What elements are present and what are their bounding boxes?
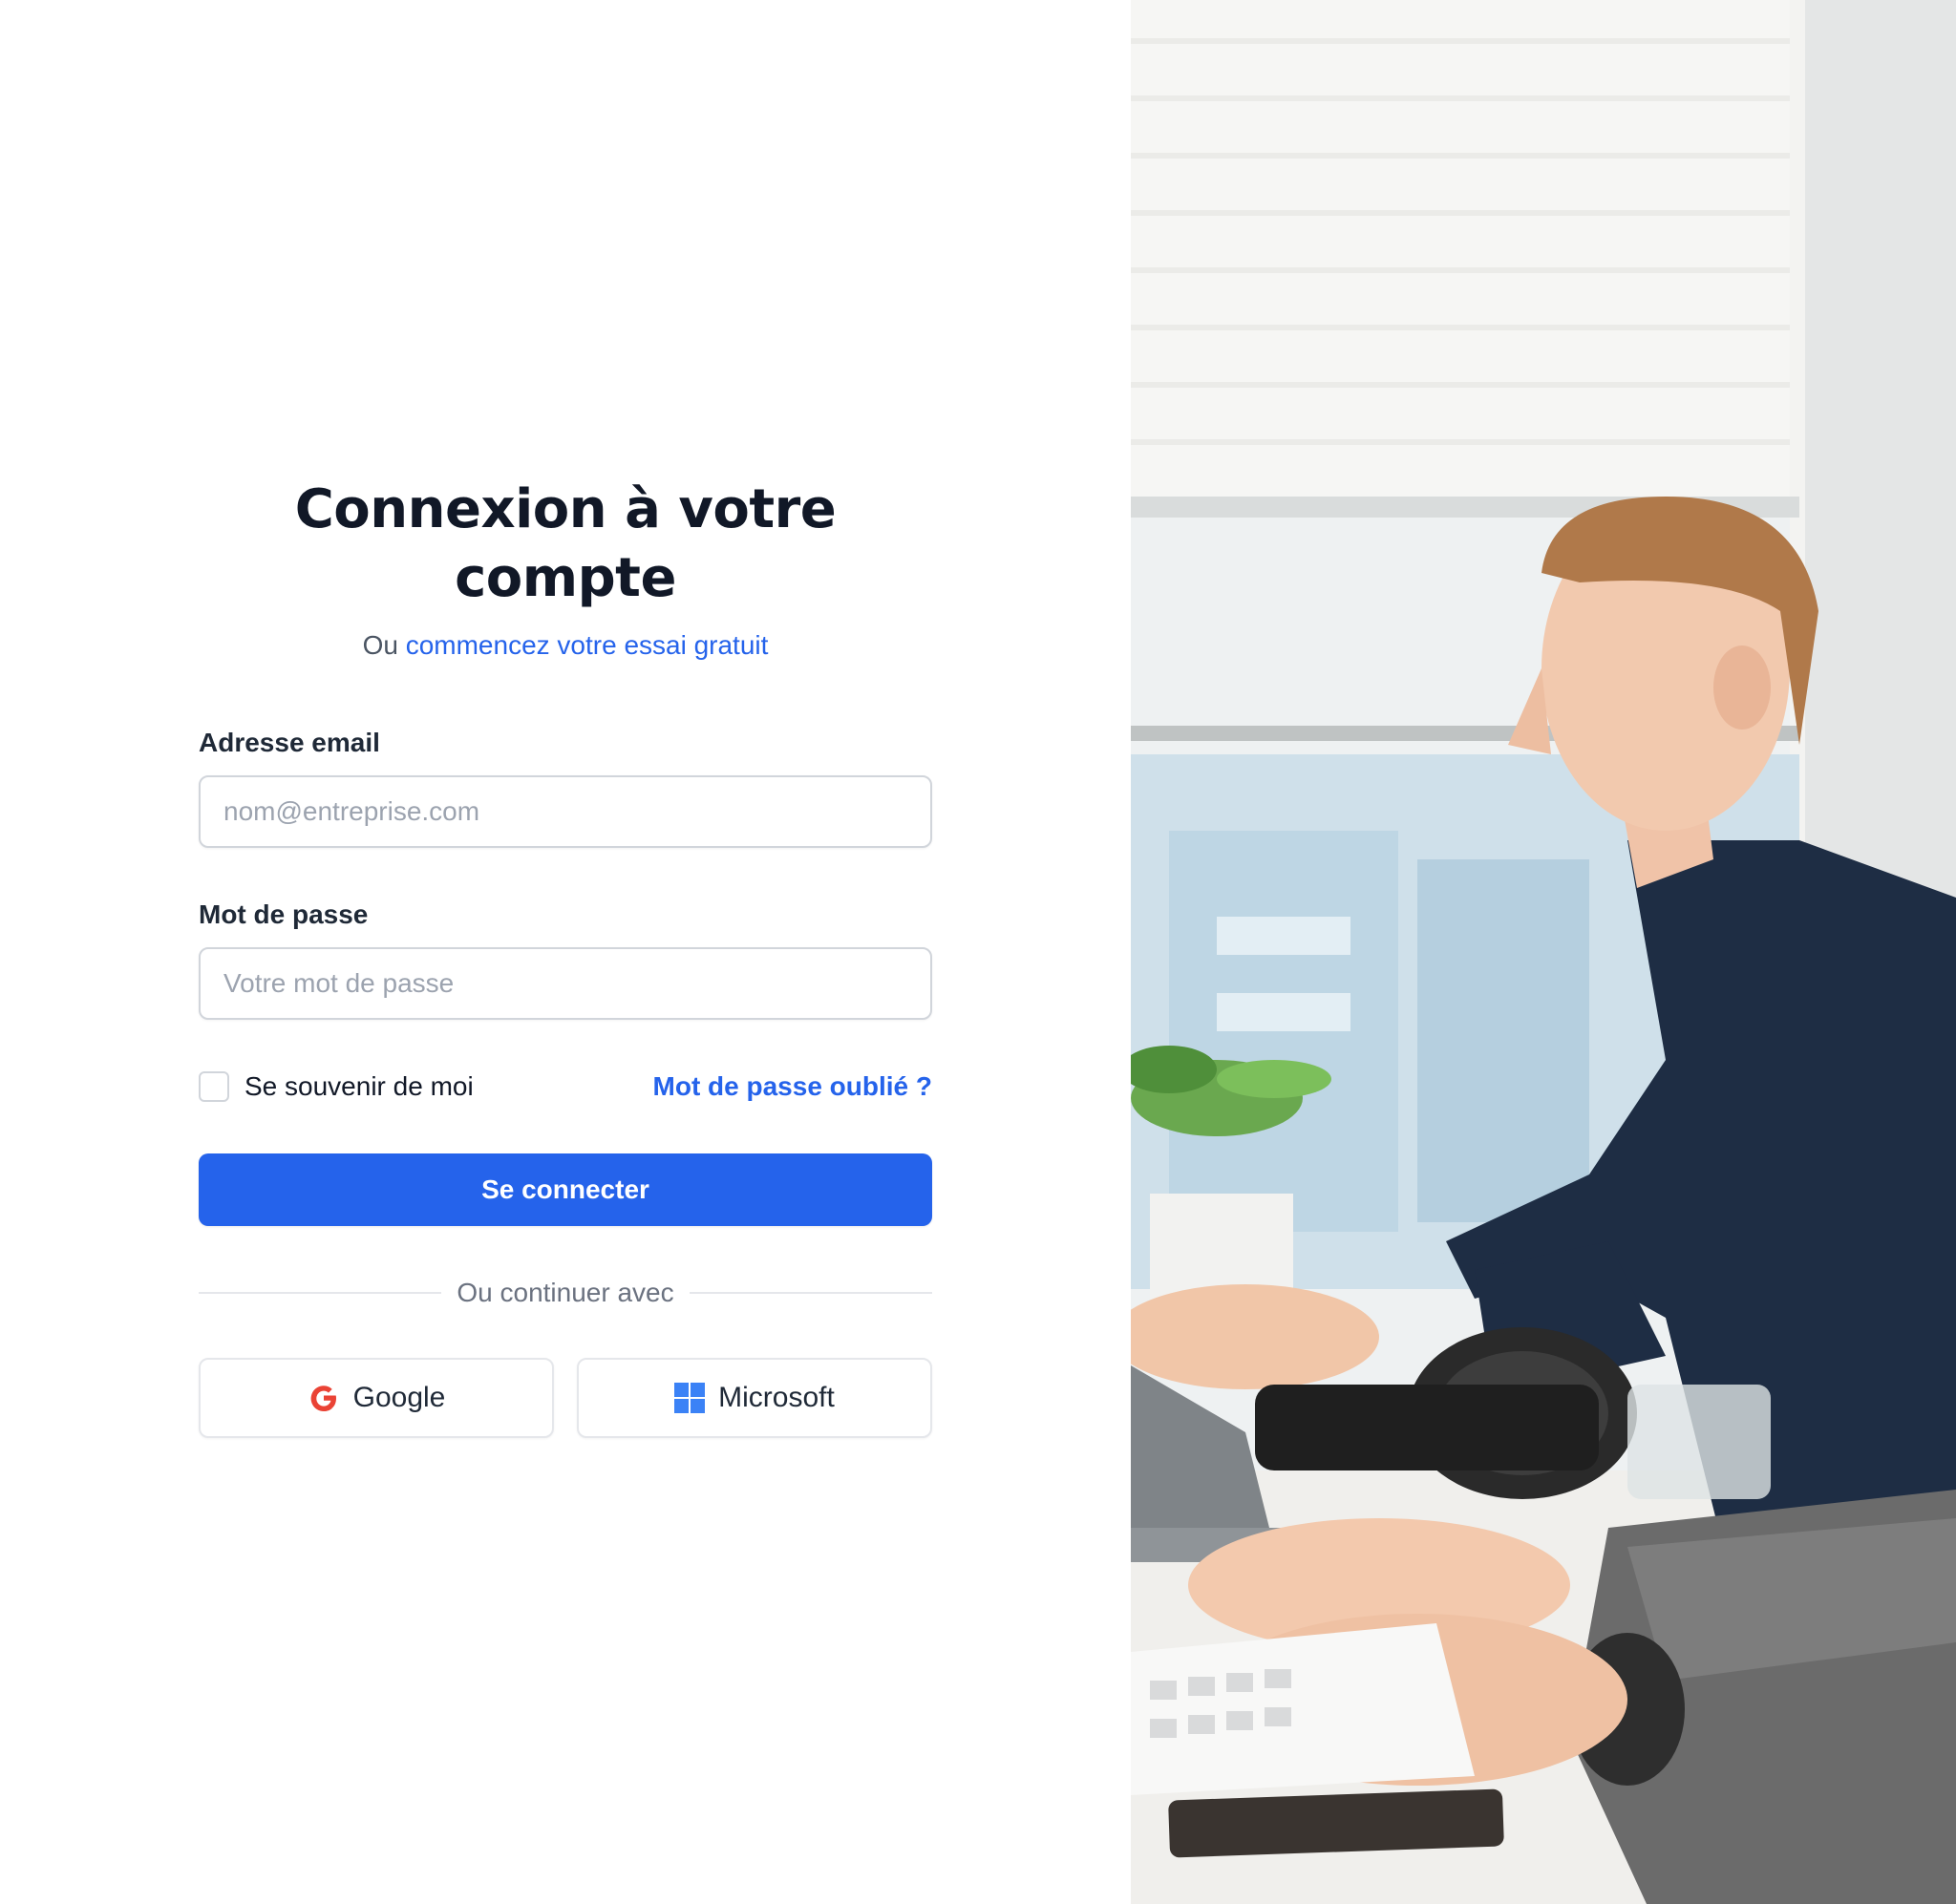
divider-text: Ou continuer avec <box>457 1278 674 1307</box>
sign-in-button[interactable]: Se connecter <box>199 1153 932 1226</box>
free-trial-link[interactable]: commencez votre essai gratuit <box>406 630 769 660</box>
google-icon <box>308 1382 340 1414</box>
password-label: Mot de passe <box>199 899 369 929</box>
microsoft-label: Microsoft <box>718 1382 835 1413</box>
login-form: Connexion à votre compte Ou commencez vo… <box>199 476 932 1438</box>
login-panel: Connexion à votre compte Ou commencez vo… <box>0 0 1131 1904</box>
divider: Ou continuer avec <box>199 1276 932 1310</box>
email-label: Adresse email <box>199 728 380 757</box>
subtitle-prefix: Ou <box>362 630 398 660</box>
microsoft-button[interactable]: Microsoft <box>577 1358 932 1438</box>
google-label: Google <box>352 1382 446 1413</box>
office-photo-illustration <box>1131 0 1956 1904</box>
remember-me-label[interactable]: Se souvenir de moi <box>244 1071 474 1102</box>
remember-me: Se souvenir de moi <box>199 1071 474 1102</box>
email-field[interactable] <box>199 775 932 848</box>
password-field[interactable] <box>199 947 932 1020</box>
divider-line-right <box>689 1292 932 1294</box>
microsoft-icon <box>674 1383 706 1413</box>
google-button[interactable]: Google <box>199 1358 554 1438</box>
social-login-row: Google Microsoft <box>199 1358 932 1438</box>
form-options: Se souvenir de moi Mot de passe oublié ? <box>199 1068 932 1106</box>
hero-image <box>1131 0 1956 1904</box>
divider-line-left <box>199 1292 442 1294</box>
page-title: Connexion à votre compte <box>294 478 837 609</box>
remember-me-checkbox[interactable] <box>199 1071 229 1102</box>
forgot-password-link[interactable]: Mot de passe oublié ? <box>653 1071 932 1102</box>
login-page: Connexion à votre compte Ou commencez vo… <box>0 0 1956 1904</box>
subtitle: Ou commencez votre essai gratuit <box>199 626 932 665</box>
